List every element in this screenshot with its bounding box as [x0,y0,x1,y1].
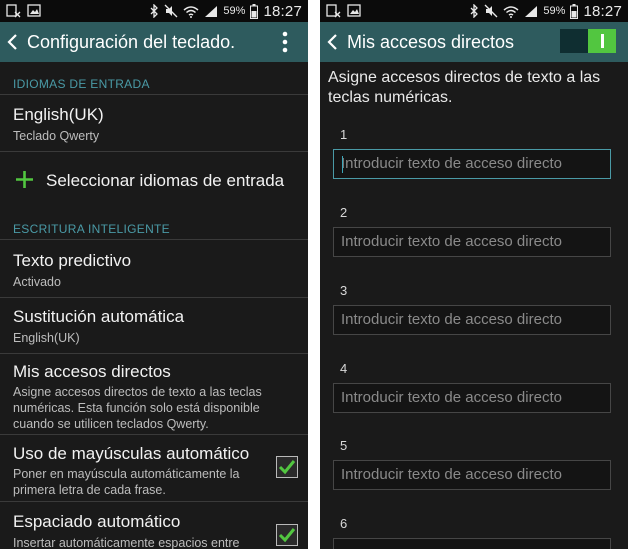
setting-my-shortcuts[interactable]: Mis accesos directos Asigne accesos dire… [0,354,308,434]
shortcut-placeholder: Introducir texto de acceso directo [341,233,562,250]
shortcut-placeholder: Introducir texto de acceso directo [341,389,562,406]
shortcut-placeholder: Introducir texto de acceso directo [341,466,562,483]
checkmark-icon [278,460,296,475]
auto-spacing-checkbox[interactable] [276,524,298,546]
setting-title: Uso de mayúsculas automático [13,444,250,463]
more-options-icon[interactable] [282,30,288,54]
page-title: Mis accesos directos [347,32,515,52]
clock: 18:27 [583,2,622,20]
back-arrow-icon[interactable] [6,32,20,52]
clock: 18:27 [263,2,302,20]
screenshot-icon [6,4,21,18]
image-icon [347,4,361,17]
my-shortcuts-screen: 59% 18:27 Mis accesos directos Asigne ac… [320,0,628,549]
setting-title: Sustitución automática [13,307,185,326]
auto-capitalization-checkbox[interactable] [276,456,298,478]
setting-subtitle: Insertar automáticamente espacios entre [13,536,240,549]
toggle-on-indicator [601,34,604,48]
shortcut-field-6[interactable] [333,538,611,549]
page-title: Configuración del teclado. [27,32,236,52]
language-item-english-uk[interactable]: English(UK) Teclado Qwerty [0,95,308,151]
mute-icon [164,4,178,18]
shortcut-placeholder: Introducir texto de acceso directo [341,311,562,328]
battery-icon [250,3,259,19]
wifi-icon [503,5,519,18]
select-input-languages-label: Seleccionar idiomas de entrada [46,171,285,190]
shortcut-number-6: 6 [340,516,348,531]
bluetooth-icon [150,4,159,18]
status-bar: 59% 18:27 [320,0,628,22]
bluetooth-icon [470,4,479,18]
shortcut-placeholder: Introducir texto de acceso directo [341,155,562,172]
plus-icon [16,171,33,188]
section-header-smart-typing: ESCRITURA INTELIGENTE [13,222,170,236]
signal-icon [205,5,218,17]
keyboard-settings-screen: 59% 18:27 Configuración del teclado. IDI… [0,0,308,549]
shortcuts-intro-text: Asigne accesos directos de texto a las t… [328,69,601,106]
signal-icon [525,5,538,17]
setting-title: Espaciado automático [13,512,181,531]
screenshot-icon [326,4,341,18]
shortcut-number-3: 3 [340,283,348,298]
battery-percent: 59% [223,5,246,17]
shortcut-field-5[interactable]: Introducir texto de acceso directo [333,460,611,490]
shortcut-number-4: 4 [340,361,348,376]
setting-subtitle: English(UK) [13,331,80,345]
shortcut-number-5: 5 [340,438,348,453]
setting-title: Texto predictivo [13,251,132,270]
shortcut-field-2[interactable]: Introducir texto de acceso directo [333,227,611,257]
section-header-input-languages: IDIOMAS DE ENTRADA [13,77,150,91]
checkmark-icon [278,528,296,543]
language-title: English(UK) [13,105,104,124]
shortcuts-master-toggle[interactable] [560,29,616,53]
setting-auto-replace[interactable]: Sustitución automática English(UK) [0,298,308,353]
shortcut-number-1: 1 [340,127,348,142]
setting-subtitle: Activado [13,275,61,289]
image-icon [27,4,41,17]
select-input-languages-button[interactable]: Seleccionar idiomas de entrada [0,152,308,210]
mute-icon [484,4,498,18]
app-bar: Configuración del teclado. [0,22,308,62]
shortcut-field-4[interactable]: Introducir texto de acceso directo [333,383,611,413]
app-bar: Mis accesos directos [320,22,628,62]
battery-percent: 59% [543,5,566,17]
back-arrow-icon[interactable] [326,32,340,52]
setting-title: Mis accesos directos [13,362,171,381]
setting-subtitle: Asigne accesos directos de texto a las t… [13,385,262,431]
shortcut-field-1[interactable]: Introducir texto de acceso directo [333,149,611,179]
setting-subtitle: Poner en mayúscula automáticamente la pr… [13,467,240,497]
status-bar: 59% 18:27 [0,0,308,22]
text-cursor [342,156,343,173]
setting-auto-capitalization[interactable]: Uso de mayúsculas automático Poner en ma… [0,435,308,501]
language-subtitle: Teclado Qwerty [13,129,100,143]
setting-predictive-text[interactable]: Texto predictivo Activado [0,240,308,297]
battery-icon [570,3,579,19]
setting-auto-spacing[interactable]: Espaciado automático Insertar automática… [0,502,308,549]
shortcut-field-3[interactable]: Introducir texto de acceso directo [333,305,611,335]
shortcut-number-2: 2 [340,205,348,220]
wifi-icon [183,5,199,18]
